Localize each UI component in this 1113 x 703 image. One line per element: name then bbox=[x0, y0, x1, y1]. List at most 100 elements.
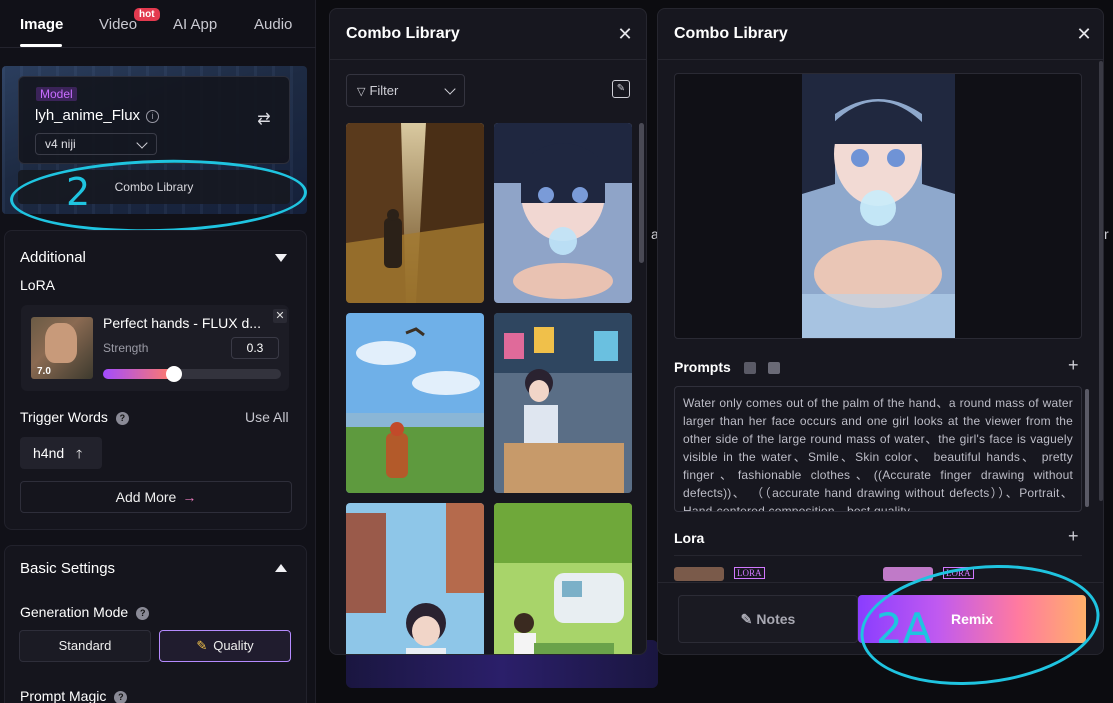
expand-triangle-icon[interactable] bbox=[275, 564, 287, 572]
trigger-words-row: Trigger Words? bbox=[20, 409, 129, 425]
add-more-label: Add More bbox=[115, 489, 177, 505]
note-edit-icon: ✎ bbox=[740, 611, 753, 627]
generation-mode-row: Generation Mode? bbox=[20, 604, 150, 620]
combo-thumbnail[interactable] bbox=[346, 503, 484, 654]
copy-icon[interactable] bbox=[744, 362, 756, 374]
preview-image bbox=[802, 74, 955, 338]
slider-knob[interactable] bbox=[166, 366, 182, 382]
dialog-title: Combo Library bbox=[674, 25, 788, 42]
funnel-icon: ▽ bbox=[357, 86, 366, 98]
annotation-label: 2 bbox=[66, 170, 91, 214]
prompt-text: Water only comes out of the palm of the … bbox=[674, 386, 1082, 512]
prompt-magic-label: Prompt Magic bbox=[20, 688, 107, 703]
standard-mode-button[interactable]: Standard bbox=[19, 630, 151, 662]
collapse-triangle-icon[interactable] bbox=[275, 254, 287, 262]
add-prompt-icon[interactable]: + bbox=[1068, 355, 1079, 376]
use-all-button[interactable]: Use All bbox=[245, 409, 289, 425]
strength-slider[interactable] bbox=[103, 366, 281, 382]
combo-thumbnail[interactable] bbox=[494, 503, 632, 654]
combo-thumbnail[interactable] bbox=[346, 123, 484, 303]
combo-library-grid-dialog: Combo Library ✕ ▽ Filter ✎ bbox=[329, 8, 647, 655]
anime-city-image bbox=[346, 503, 484, 654]
divider bbox=[330, 59, 646, 60]
divider bbox=[674, 555, 1082, 556]
anime-girl-water-image bbox=[494, 123, 632, 303]
lora-thumbnail: 7.0 bbox=[31, 317, 93, 379]
filter-label: Filter bbox=[369, 83, 399, 98]
preview-frame bbox=[674, 73, 1082, 339]
help-icon[interactable]: ? bbox=[136, 606, 150, 620]
slider-fill bbox=[103, 369, 172, 379]
mode-tabs: Image Video hot AI App Audio bbox=[0, 0, 316, 48]
add-more-button[interactable]: Add More → bbox=[20, 481, 292, 513]
close-icon[interactable]: ✕ bbox=[617, 25, 633, 43]
combo-thumbnail[interactable] bbox=[494, 123, 632, 303]
lora-label: LoRA bbox=[20, 277, 56, 293]
lora-thumbnail[interactable] bbox=[674, 567, 724, 581]
close-icon[interactable]: ✕ bbox=[1076, 25, 1092, 43]
combo-library-detail-dialog: Combo Library ✕ Prompts + Water only com… bbox=[657, 8, 1104, 655]
canyon-traveler-image bbox=[346, 123, 484, 303]
strength-label: Strength bbox=[103, 341, 149, 355]
chevron-down-icon bbox=[444, 83, 456, 95]
tab-ai-app[interactable]: AI App bbox=[173, 16, 217, 33]
model-card[interactable]: Model lyh_anime_Flux i v4 niji ⇄ bbox=[18, 76, 290, 164]
model-version-select[interactable]: v4 niji bbox=[35, 133, 157, 155]
generation-mode-label: Generation Mode bbox=[20, 604, 129, 620]
hand-image bbox=[45, 323, 77, 363]
trigger-words-label: Trigger Words bbox=[20, 409, 108, 425]
tab-video[interactable]: Video bbox=[99, 16, 137, 33]
model-tag: Model bbox=[36, 87, 77, 101]
basic-settings-panel: Basic Settings Generation Mode? Standard… bbox=[4, 545, 307, 703]
edit-icon[interactable]: ✎ bbox=[612, 80, 630, 98]
trigger-word-text: h4nd bbox=[33, 445, 65, 461]
lora-card: 7.0 Perfect hands - FLUX d... Strength 0… bbox=[21, 305, 289, 391]
model-version-value: v4 niji bbox=[45, 137, 76, 151]
lora-section-label: Lora bbox=[674, 530, 705, 546]
arrow-up-icon: 🡑 bbox=[76, 447, 83, 461]
annotation-label: 2A bbox=[876, 604, 932, 653]
lora-tag: LORA bbox=[734, 567, 765, 579]
strength-input[interactable]: 0.3 bbox=[231, 337, 279, 359]
quality-mode-button[interactable]: ✎ Quality bbox=[159, 630, 291, 662]
lora-name: Perfect hands - FLUX d... bbox=[103, 315, 261, 331]
translate-icon[interactable] bbox=[768, 362, 780, 374]
combo-thumbnail[interactable] bbox=[346, 313, 484, 493]
lora-version[interactable]: 7.0 bbox=[37, 366, 51, 377]
notes-label: Notes bbox=[756, 611, 796, 627]
prompts-label: Prompts bbox=[674, 359, 731, 375]
swap-model-icon[interactable]: ⇄ bbox=[255, 111, 273, 129]
trigger-word-chip[interactable]: h4nd 🡑 bbox=[20, 437, 102, 469]
help-icon[interactable]: ? bbox=[114, 690, 128, 703]
prompt-magic-row: Prompt Magic? bbox=[20, 688, 128, 703]
anime-girl-water-image bbox=[802, 74, 955, 338]
additional-title: Additional bbox=[20, 249, 86, 266]
background-fragment: r bbox=[1104, 226, 1109, 242]
scrollbar[interactable] bbox=[639, 123, 644, 263]
tab-active-indicator bbox=[20, 44, 62, 47]
help-icon[interactable]: ? bbox=[115, 411, 129, 425]
valley-birds-image bbox=[346, 313, 484, 493]
tab-audio[interactable]: Audio bbox=[254, 16, 292, 33]
left-sidebar: Image Video hot AI App Audio Model lyh_a… bbox=[0, 0, 316, 703]
notes-button[interactable]: ✎ Notes bbox=[678, 595, 858, 643]
anime-market-image bbox=[494, 313, 632, 493]
info-icon[interactable]: i bbox=[146, 109, 160, 123]
scrollbar[interactable] bbox=[1099, 61, 1103, 501]
picnic-van-image bbox=[494, 503, 632, 654]
hot-badge: hot bbox=[134, 8, 160, 21]
close-icon[interactable]: ✕ bbox=[273, 309, 287, 323]
quality-mode-label: Quality bbox=[213, 638, 254, 653]
model-name-row: lyh_anime_Flux i bbox=[35, 107, 160, 124]
combo-thumbnail[interactable] bbox=[494, 313, 632, 493]
divider bbox=[658, 59, 1103, 60]
tab-image[interactable]: Image bbox=[20, 16, 63, 33]
model-name: lyh_anime_Flux bbox=[35, 107, 141, 124]
magic-wand-icon: ✎ bbox=[196, 638, 208, 653]
additional-panel: Additional LoRA 7.0 Perfect hands - FLUX… bbox=[4, 230, 307, 530]
filter-dropdown[interactable]: ▽ Filter bbox=[346, 74, 465, 107]
dialog-title: Combo Library bbox=[346, 25, 460, 42]
scrollbar[interactable] bbox=[1085, 389, 1089, 507]
arrow-right-icon: → bbox=[182, 489, 197, 505]
add-lora-icon[interactable]: + bbox=[1068, 526, 1079, 547]
